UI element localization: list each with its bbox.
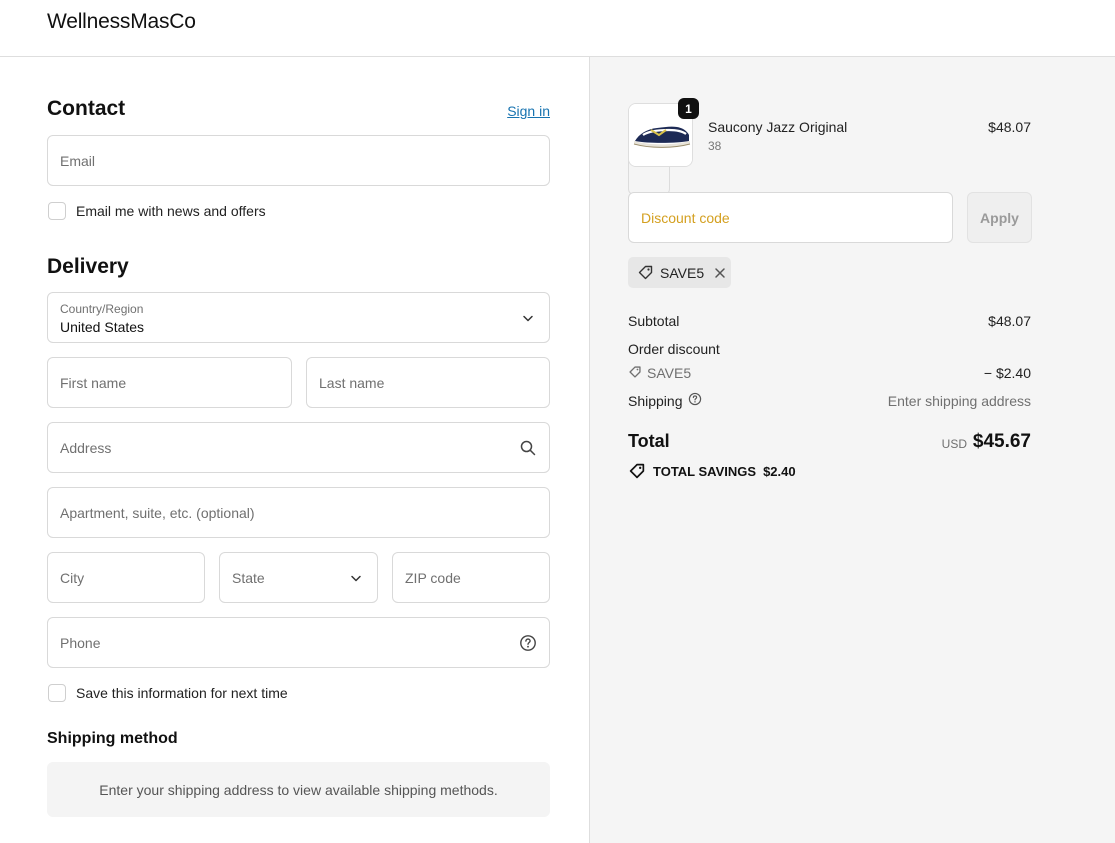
first-name-placeholder: First name — [60, 374, 127, 391]
address-placeholder: Address — [60, 439, 112, 456]
total-savings: TOTAL SAVINGS $2.40 — [628, 462, 796, 480]
shipping-method-placeholder: Enter your shipping address to view avai… — [47, 762, 550, 817]
help-circle-icon[interactable] — [688, 392, 702, 406]
apartment-field[interactable]: Apartment, suite, etc. (optional) — [47, 487, 550, 538]
order-summary: 1 Saucony Jazz Original 38 $48.07 Discou… — [589, 57, 1115, 843]
zip-field[interactable]: ZIP code — [392, 552, 550, 603]
last-name-field[interactable]: Last name — [306, 357, 550, 408]
discount-value: − $2.40 — [983, 365, 1031, 381]
shipping-method-title: Shipping method — [47, 730, 178, 747]
country-label: Country/Region — [60, 302, 144, 316]
search-icon[interactable] — [519, 439, 537, 457]
email-field[interactable]: Email — [47, 135, 550, 186]
apply-discount-button[interactable]: Apply — [967, 192, 1032, 243]
save-info-label: Save this information for next time — [76, 685, 288, 701]
tag-icon — [637, 264, 654, 281]
address-field[interactable]: Address — [47, 422, 550, 473]
phone-placeholder: Phone — [60, 634, 101, 651]
zip-placeholder: ZIP code — [405, 569, 461, 586]
phone-field[interactable]: Phone — [47, 617, 550, 668]
applied-discount-chip: SAVE5 — [628, 257, 731, 288]
discount-code-field[interactable]: Discount code — [628, 192, 953, 243]
order-discount-label: Order discount — [628, 341, 720, 357]
applied-code-label: SAVE5 — [660, 264, 705, 281]
tag-icon — [628, 365, 642, 379]
save-info-checkbox[interactable] — [48, 684, 66, 702]
site-header: WellnessMasCo — [0, 0, 1115, 57]
city-placeholder: City — [60, 569, 85, 586]
country-value: United States — [60, 319, 145, 335]
state-select[interactable]: State — [219, 552, 378, 603]
shipping-label: Shipping — [628, 393, 683, 409]
sign-in-link[interactable]: Sign in — [507, 103, 550, 119]
help-circle-icon[interactable] — [519, 634, 537, 652]
apartment-placeholder: Apartment, suite, etc. (optional) — [60, 504, 255, 521]
discount-code-placeholder: Discount code — [641, 209, 730, 226]
shipping-value: Enter shipping address — [887, 393, 1031, 409]
last-name-placeholder: Last name — [319, 374, 385, 391]
close-icon[interactable] — [714, 267, 726, 279]
savings-value: $2.40 — [763, 463, 796, 479]
currency-code: USD — [941, 437, 967, 451]
news-checkbox-label: Email me with news and offers — [76, 203, 266, 219]
total-label: Total — [628, 431, 670, 451]
checkout-form: Contact Sign in Email Email me with news… — [0, 57, 589, 843]
country-select[interactable]: Country/Region United States — [47, 292, 550, 343]
email-placeholder: Email — [60, 152, 96, 169]
product-name: Saucony Jazz Original — [708, 119, 848, 135]
contact-title: Contact — [47, 97, 126, 120]
subtotal-label: Subtotal — [628, 313, 680, 329]
chevron-down-icon — [347, 569, 365, 587]
quantity-badge: 1 — [678, 98, 699, 119]
savings-label: TOTAL SAVINGS — [653, 463, 757, 479]
state-placeholder: State — [232, 569, 265, 586]
product-variant: 38 — [708, 139, 722, 153]
subtotal-value: $48.07 — [988, 313, 1031, 329]
total-value: $45.67 — [972, 431, 1031, 452]
shop-logo-text[interactable]: WellnessMasCo — [47, 10, 196, 34]
tag-icon — [628, 462, 653, 480]
shipping-method-message: Enter your shipping address to view avai… — [99, 781, 498, 798]
first-name-field[interactable]: First name — [47, 357, 292, 408]
product-price: $48.07 — [988, 119, 1031, 135]
delivery-title: Delivery — [47, 255, 129, 278]
chevron-down-icon — [519, 309, 537, 327]
news-checkbox[interactable] — [48, 202, 66, 220]
city-field[interactable]: City — [47, 552, 205, 603]
discount-code-label: SAVE5 — [647, 365, 692, 381]
